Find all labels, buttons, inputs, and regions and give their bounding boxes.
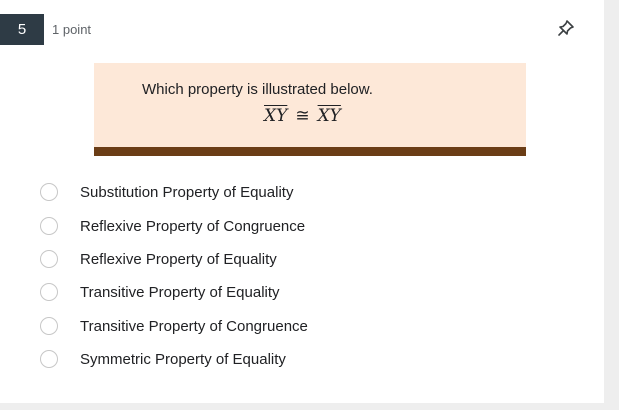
congruence-symbol: ≅ [295, 106, 310, 126]
segment-left: XY [264, 106, 288, 126]
question-prompt: Which property is illustrated below. [142, 81, 373, 98]
answer-option-label: Symmetric Property of Equality [80, 350, 286, 368]
answer-option[interactable]: Substitution Property of Equality [40, 180, 440, 204]
radio-button[interactable] [40, 250, 58, 268]
scrollbar-track[interactable] [604, 0, 619, 410]
question-card: 5 1 point Which property is illustrated … [0, 0, 604, 403]
radio-button[interactable] [40, 183, 58, 201]
question-points: 1 point [52, 22, 92, 37]
answer-option-label: Transitive Property of Equality [80, 283, 280, 301]
radio-button[interactable] [40, 217, 58, 235]
prompt-accent-bar [94, 147, 526, 156]
answer-option[interactable]: Transitive Property of Congruence [40, 314, 440, 338]
answer-option-label: Reflexive Property of Equality [80, 250, 277, 268]
answer-option[interactable]: Transitive Property of Equality [40, 280, 440, 304]
pin-icon[interactable] [556, 18, 576, 38]
pin-icon-graphic [558, 20, 574, 36]
answer-option[interactable]: Symmetric Property of Equality [40, 347, 440, 371]
answer-option[interactable]: Reflexive Property of Equality [40, 247, 440, 271]
question-number: 5 [0, 14, 44, 45]
segment-right: XY [317, 106, 341, 126]
answer-option[interactable]: Reflexive Property of Congruence [40, 214, 440, 238]
radio-button[interactable] [40, 317, 58, 335]
answer-option-label: Reflexive Property of Congruence [80, 217, 306, 235]
answer-option-label: Substitution Property of Equality [80, 183, 294, 201]
answer-option-label: Transitive Property of Congruence [80, 317, 308, 335]
math-expression: XY ≅ XY [264, 106, 341, 126]
radio-button[interactable] [40, 283, 58, 301]
radio-button[interactable] [40, 350, 58, 368]
question-prompt-box: Which property is illustrated below. XY … [94, 63, 526, 147]
